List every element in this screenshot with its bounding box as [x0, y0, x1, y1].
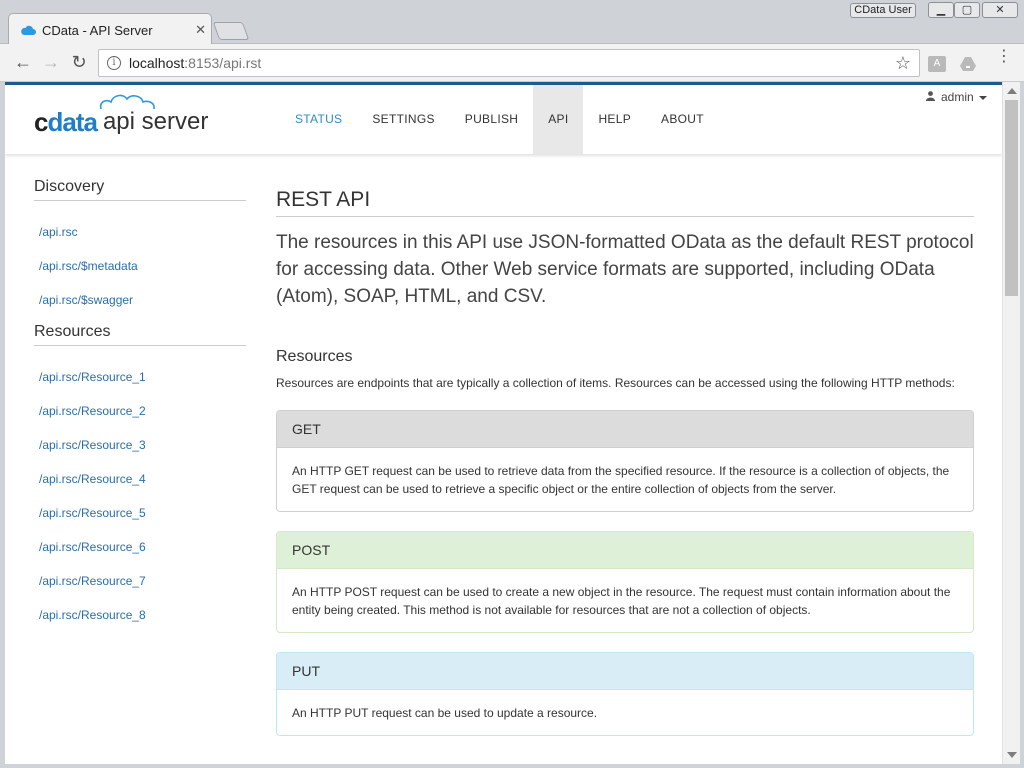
app-header: cdata api server STATUS SETTINGS PUBLISH… [5, 82, 1002, 154]
page-scrollbar[interactable] [1002, 82, 1020, 764]
sidebar-link-api-rsc[interactable]: /api.rsc [34, 215, 246, 249]
nav-publish[interactable]: PUBLISH [450, 85, 533, 154]
chevron-down-icon [979, 95, 987, 100]
scroll-up-icon[interactable] [1007, 88, 1017, 94]
profile-button[interactable]: CData User [850, 3, 916, 18]
browser-titlebar: CData - API Server ✕ CData User ▁ ▢ ✕ [0, 0, 1024, 44]
put-method-description: An HTTP PUT request can be used to updat… [292, 706, 598, 720]
sidebar-link-resource-7[interactable]: /api.rsc/Resource_7 [34, 564, 246, 598]
nav-settings[interactable]: SETTINGS [357, 85, 449, 154]
window-frame-bottom [0, 764, 1024, 768]
star-icon[interactable]: ☆ [895, 53, 911, 74]
nav-help[interactable]: HELP [583, 85, 646, 154]
put-method-panel: PUT An HTTP PUT request can be used to u… [276, 652, 974, 736]
sidebar-link-resource-8[interactable]: /api.rsc/Resource_8 [34, 598, 246, 632]
user-icon [925, 91, 935, 101]
get-method-description: An HTTP GET request can be used to retri… [292, 464, 950, 496]
minimize-button[interactable]: ▁ [928, 2, 954, 18]
address-bar[interactable]: i localhost:8153/api.rst ☆ [98, 49, 920, 77]
tab-title: CData - API Server [42, 22, 153, 38]
sidebar-link-resource-3[interactable]: /api.rsc/Resource_3 [34, 428, 246, 462]
sidebar-link-resource-2[interactable]: /api.rsc/Resource_2 [34, 394, 246, 428]
scrollbar-thumb[interactable] [1005, 100, 1018, 296]
scroll-down-icon[interactable] [1007, 752, 1017, 758]
browser-toolbar: ← → ↻ i localhost:8153/api.rst ☆ A ⋮ [0, 44, 1024, 82]
post-method-description: An HTTP POST request can be used to crea… [292, 585, 951, 617]
new-tab-button[interactable] [212, 22, 250, 40]
url-host: localhost [129, 55, 185, 71]
pdf-extension-icon[interactable]: A [928, 56, 946, 72]
forward-arrow-icon[interactable]: → [40, 52, 62, 74]
resources-heading: Resources [34, 323, 246, 346]
get-method-heading: GET [277, 411, 973, 448]
logo-cloud-icon [99, 94, 155, 110]
user-menu[interactable]: admin [925, 90, 987, 104]
post-method-heading: POST [277, 532, 973, 569]
resources-section-title: Resources [276, 348, 353, 365]
main-nav: STATUS SETTINGS PUBLISH API HELP ABOUT [280, 85, 719, 154]
close-tab-icon[interactable]: ✕ [195, 22, 206, 38]
nav-about[interactable]: ABOUT [646, 85, 719, 154]
browser-tab-content[interactable]: CData - API Server ✕ [20, 16, 210, 44]
sidebar-link-metadata[interactable]: /api.rsc/$metadata [34, 249, 246, 283]
sidebar-link-resource-6[interactable]: /api.rsc/Resource_6 [34, 530, 246, 564]
main-content: REST API The resources in this API use J… [276, 188, 974, 755]
sidebar-link-resource-4[interactable]: /api.rsc/Resource_4 [34, 462, 246, 496]
resources-description: Resources are endpoints that are typical… [276, 376, 955, 390]
discovery-heading: Discovery [34, 178, 246, 201]
back-arrow-icon[interactable]: ← [12, 52, 34, 74]
cloud-icon [21, 25, 36, 35]
sidebar-link-resource-1[interactable]: /api.rsc/Resource_1 [34, 360, 246, 394]
get-method-panel: GET An HTTP GET request can be used to r… [276, 410, 974, 512]
sidebar-link-swagger[interactable]: /api.rsc/$swagger [34, 283, 246, 317]
info-icon[interactable]: i [107, 56, 121, 70]
maximize-button[interactable]: ▢ [954, 2, 980, 18]
put-method-heading: PUT [277, 653, 973, 690]
window-frame-right [1020, 82, 1024, 768]
nav-api[interactable]: API [533, 85, 584, 154]
url-path: :8153/api.rst [184, 55, 262, 71]
sidebar-link-resource-5[interactable]: /api.rsc/Resource_5 [34, 496, 246, 530]
resources-section: Resources /api.rsc/Resource_1 /api.rsc/R… [34, 323, 246, 632]
drive-extension-icon[interactable] [959, 56, 977, 72]
page-viewport: cdata api server STATUS SETTINGS PUBLISH… [5, 82, 1002, 764]
close-window-button[interactable]: ✕ [982, 2, 1018, 18]
logo-cdata-text: cdata [34, 107, 98, 137]
reload-icon[interactable]: ↻ [68, 52, 90, 74]
post-method-panel: POST An HTTP POST request can be used to… [276, 531, 974, 633]
cdata-api-server-logo[interactable]: cdata api server [34, 94, 208, 137]
browser-menu-icon[interactable]: ⋮ [996, 49, 1012, 65]
user-name: admin [940, 90, 974, 104]
nav-status[interactable]: STATUS [280, 85, 357, 154]
logo-api-server-text: api server [99, 94, 208, 137]
intro-paragraph: The resources in this API use JSON-forma… [276, 232, 974, 307]
page-title: REST API [276, 188, 974, 217]
discovery-section: Discovery /api.rsc /api.rsc/$metadata /a… [34, 178, 246, 317]
sidebar: Discovery /api.rsc /api.rsc/$metadata /a… [34, 178, 246, 638]
